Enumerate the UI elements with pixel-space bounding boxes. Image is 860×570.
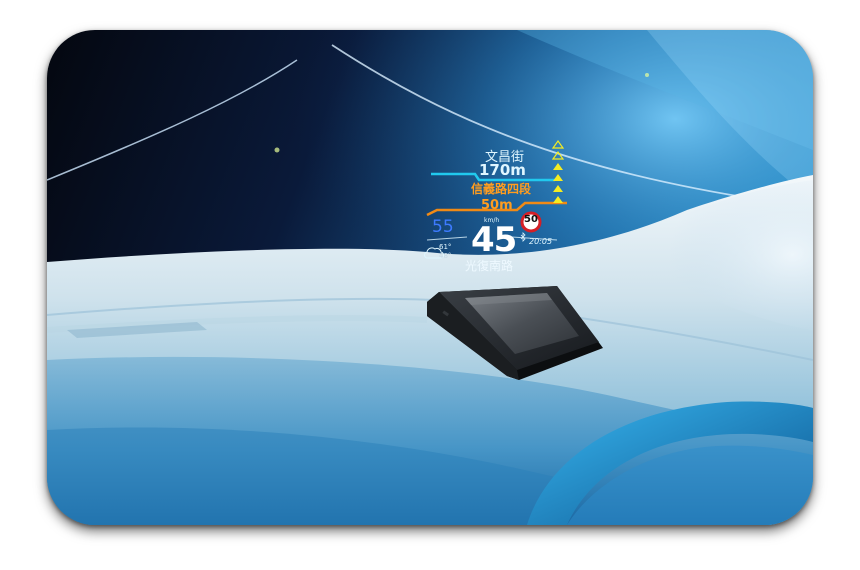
- turn-street-label: 信義路四段: [471, 182, 532, 196]
- turn-distance-readout: 50m: [481, 198, 513, 213]
- speed-readout: 45: [471, 220, 517, 260]
- current-limit-readout: 55: [432, 217, 454, 237]
- temp-low-readout: 48°: [439, 252, 452, 260]
- current-road-label: 光復南路: [465, 259, 514, 273]
- hud-text-layer: 文昌街 170m 信義路四段 50m 55 km/h 45 50 20:05 6…: [47, 30, 813, 525]
- speed-limit-value: 50: [524, 214, 538, 225]
- clock-readout: 20:05: [529, 237, 553, 246]
- product-photo-frame: 文昌街 170m 信義路四段 50m 55 km/h 45 50 20:05 6…: [47, 30, 813, 525]
- temp-high-readout: 61°: [439, 243, 452, 251]
- next-distance-readout: 170m: [479, 161, 526, 179]
